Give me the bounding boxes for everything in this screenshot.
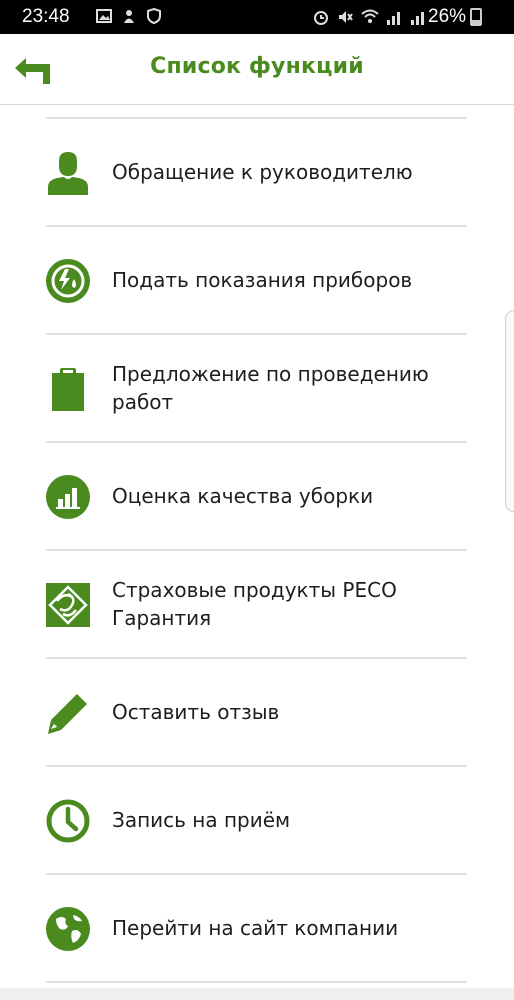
notification-icons	[96, 8, 162, 24]
menu-item-work-proposal[interactable]: Предложение по проведению работ	[46, 335, 467, 443]
app-notification-icon	[124, 10, 134, 23]
clipboard-icon	[52, 368, 84, 411]
menu-item-label: Подать показания приборов	[112, 268, 413, 292]
scroll-handle[interactable]	[505, 310, 514, 512]
menu-item-label: Обращение к руководителю	[112, 160, 413, 184]
menu-item-feedback[interactable]: Оставить отзыв	[46, 659, 467, 767]
menu-item-label: Страховые продукты РЕСО Гарантия	[112, 578, 397, 630]
status-bar: 23:48 26%	[0, 0, 514, 34]
menu-item-label: Оценка качества уборки	[112, 484, 374, 508]
utility-meter-icon	[46, 259, 90, 303]
shield-icon	[147, 8, 161, 24]
mute-icon	[339, 11, 353, 23]
signal-icon	[387, 12, 400, 25]
battery-percent: 26%	[428, 6, 467, 27]
globe-icon	[46, 907, 90, 951]
pencil-icon	[48, 694, 87, 734]
person-icon	[48, 152, 88, 195]
menu-item-meter-readings[interactable]: Подать показания приборов	[46, 227, 467, 335]
menu-item-insurance[interactable]: Страховые продукты РЕСО Гарантия	[46, 551, 467, 659]
menu-item-website[interactable]: Перейти на сайт компании	[46, 875, 467, 983]
menu-item-label: Запись на приём	[112, 808, 291, 832]
menu-item-cleaning-rating[interactable]: Оценка качества уборки	[46, 443, 467, 551]
menu-item-appointment[interactable]: Запись на приём	[46, 767, 467, 875]
menu-item-label: Перейти на сайт компании	[112, 916, 399, 940]
page-title: Список функций	[150, 54, 364, 79]
bottom-strip	[0, 988, 514, 1000]
bar-chart-icon	[46, 475, 90, 519]
battery-icon	[470, 8, 482, 26]
clock-icon	[46, 799, 90, 843]
alarm-icon	[314, 11, 328, 25]
system-icons	[312, 8, 428, 26]
status-time: 23:48	[22, 6, 70, 27]
menu-item-label: Оставить отзыв	[112, 700, 280, 724]
signal-2-icon	[411, 12, 424, 25]
image-notification-icon	[96, 9, 112, 23]
menu-item-contact-manager[interactable]: Обращение к руководителю	[46, 119, 467, 227]
app-header: Список функций	[0, 34, 514, 105]
reso-logo-icon	[46, 583, 90, 627]
wifi-icon	[361, 9, 379, 23]
menu-item-label: Предложение по проведению работ	[112, 362, 429, 414]
